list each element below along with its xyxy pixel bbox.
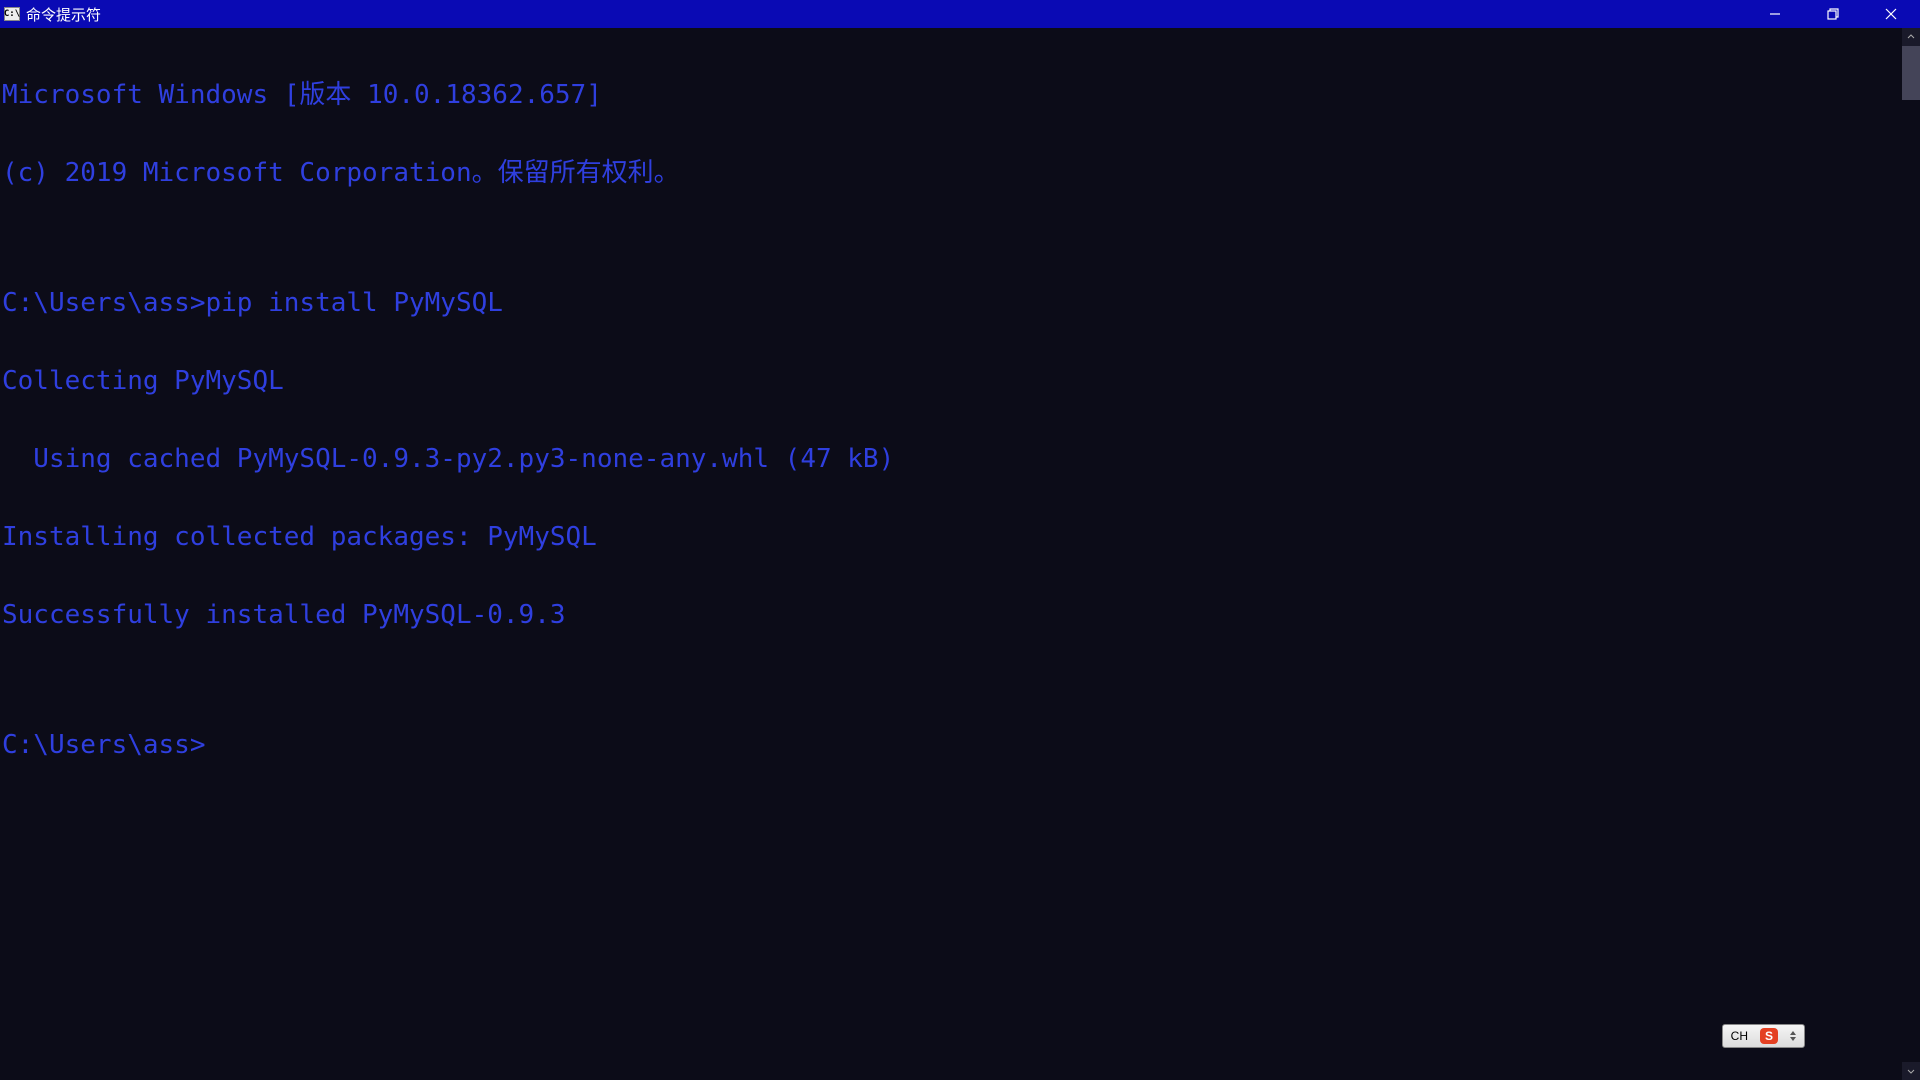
window-title: 命令提示符 xyxy=(26,4,101,25)
ime-language[interactable]: CH xyxy=(1727,1027,1752,1045)
titlebar[interactable]: C:\ 命令提示符 xyxy=(0,0,1920,28)
scroll-thumb[interactable] xyxy=(1902,46,1920,100)
chevron-down-icon xyxy=(1790,1037,1796,1041)
output-line: C:\Users\ass>pip install PyMySQL xyxy=(2,290,1918,316)
terminal-body[interactable]: Microsoft Windows [版本 10.0.18362.657] (c… xyxy=(0,28,1920,1080)
scroll-down-button[interactable] xyxy=(1902,1062,1920,1080)
sogou-icon: S xyxy=(1760,1028,1778,1044)
output-line: Successfully installed PyMySQL-0.9.3 xyxy=(2,602,1918,628)
cmd-window: C:\ 命令提示符 Microsoft Windows [版本 10.0.183… xyxy=(0,0,1920,1080)
close-button[interactable] xyxy=(1862,0,1920,28)
close-icon xyxy=(1885,8,1897,20)
output-line: Collecting PyMySQL xyxy=(2,368,1918,394)
terminal-output: Microsoft Windows [版本 10.0.18362.657] (c… xyxy=(2,30,1918,810)
window-controls xyxy=(1746,0,1920,28)
output-line: (c) 2019 Microsoft Corporation。保留所有权利。 xyxy=(2,160,1918,186)
maximize-button[interactable] xyxy=(1804,0,1862,28)
minimize-icon xyxy=(1769,8,1781,20)
output-line: Microsoft Windows [版本 10.0.18362.657] xyxy=(2,82,1918,108)
titlebar-left: C:\ 命令提示符 xyxy=(4,4,101,25)
chevron-up-icon xyxy=(1790,1031,1796,1035)
chevron-up-icon xyxy=(1907,33,1915,41)
output-line: Installing collected packages: PyMySQL xyxy=(2,524,1918,550)
scroll-up-button[interactable] xyxy=(1902,28,1920,46)
ime-engine[interactable]: S xyxy=(1756,1027,1782,1045)
maximize-icon xyxy=(1827,8,1839,20)
cmd-icon: C:\ xyxy=(4,7,20,21)
chevron-down-icon xyxy=(1907,1067,1915,1075)
minimize-button[interactable] xyxy=(1746,0,1804,28)
prompt-line: C:\Users\ass> xyxy=(2,732,1918,758)
ime-toolbar[interactable]: CH S xyxy=(1722,1024,1805,1048)
ime-options[interactable] xyxy=(1786,1027,1800,1045)
vertical-scrollbar[interactable] xyxy=(1902,28,1920,1080)
output-line: Using cached PyMySQL-0.9.3-py2.py3-none-… xyxy=(2,446,1918,472)
